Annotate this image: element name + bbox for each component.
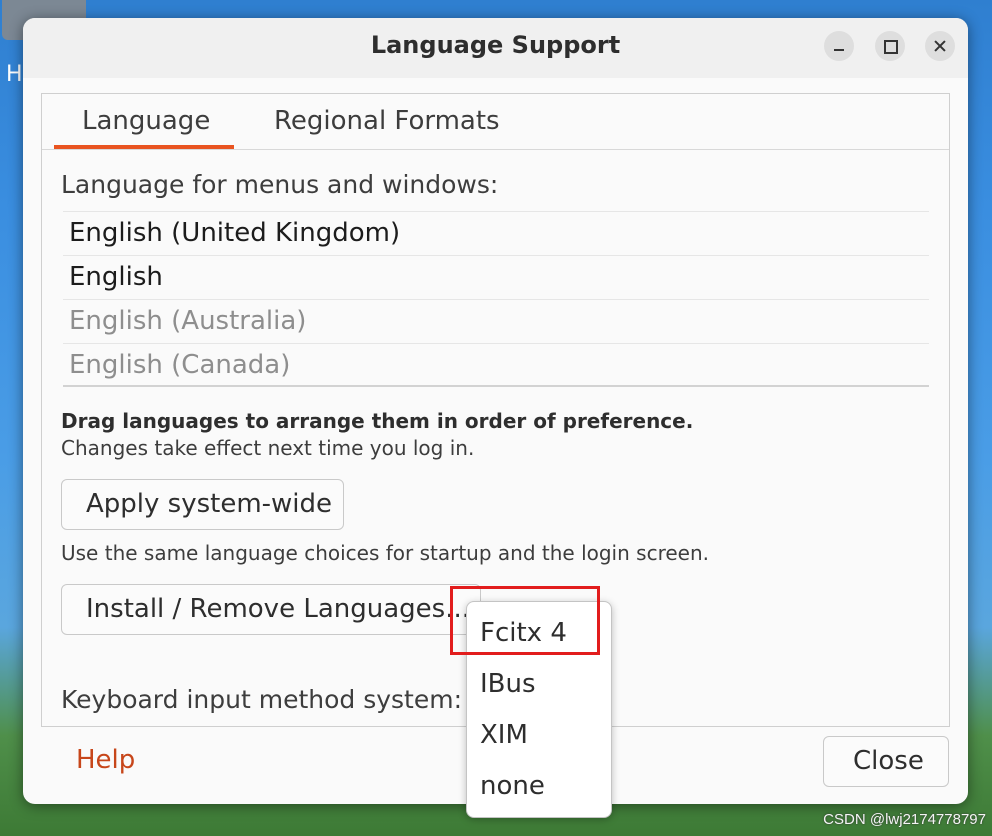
- apply-note: Use the same language choices for startu…: [61, 541, 709, 565]
- active-tab-indicator: [54, 145, 234, 149]
- drag-hint: Drag languages to arrange them in order …: [61, 409, 694, 433]
- close-window-button[interactable]: [925, 31, 955, 61]
- option-none[interactable]: none: [480, 771, 545, 801]
- help-link[interactable]: Help: [76, 745, 135, 775]
- list-divider: [63, 385, 929, 387]
- apply-system-wide-button[interactable]: Apply system-wide: [61, 479, 344, 530]
- list-item[interactable]: English (Australia): [63, 299, 929, 343]
- maximize-button[interactable]: [875, 31, 905, 61]
- desktop-icon-label: H: [6, 62, 23, 87]
- list-item[interactable]: English (United Kingdom): [63, 211, 929, 255]
- list-item[interactable]: English (Canada): [63, 343, 929, 387]
- list-item[interactable]: English: [63, 255, 929, 299]
- annotation-highlight-box: [450, 586, 600, 655]
- install-remove-languages-button[interactable]: Install / Remove Languages...: [61, 584, 481, 635]
- effect-note: Changes take effect next time you log in…: [61, 436, 475, 460]
- tab-regional-formats[interactable]: Regional Formats: [274, 106, 500, 136]
- input-method-label: Keyboard input method system:: [61, 685, 463, 714]
- titlebar[interactable]: Language Support: [23, 18, 968, 78]
- option-ibus[interactable]: IBus: [480, 669, 536, 699]
- tab-bar: Language Regional Formats: [42, 94, 949, 150]
- watermark: CSDN @lwj2174778797: [823, 811, 986, 828]
- minimize-button[interactable]: [824, 31, 854, 61]
- close-button[interactable]: Close: [823, 736, 949, 787]
- tab-language[interactable]: Language: [82, 106, 210, 136]
- language-list[interactable]: English (United Kingdom) English English…: [63, 211, 929, 387]
- language-list-heading: Language for menus and windows:: [61, 170, 499, 199]
- option-xim[interactable]: XIM: [480, 720, 528, 750]
